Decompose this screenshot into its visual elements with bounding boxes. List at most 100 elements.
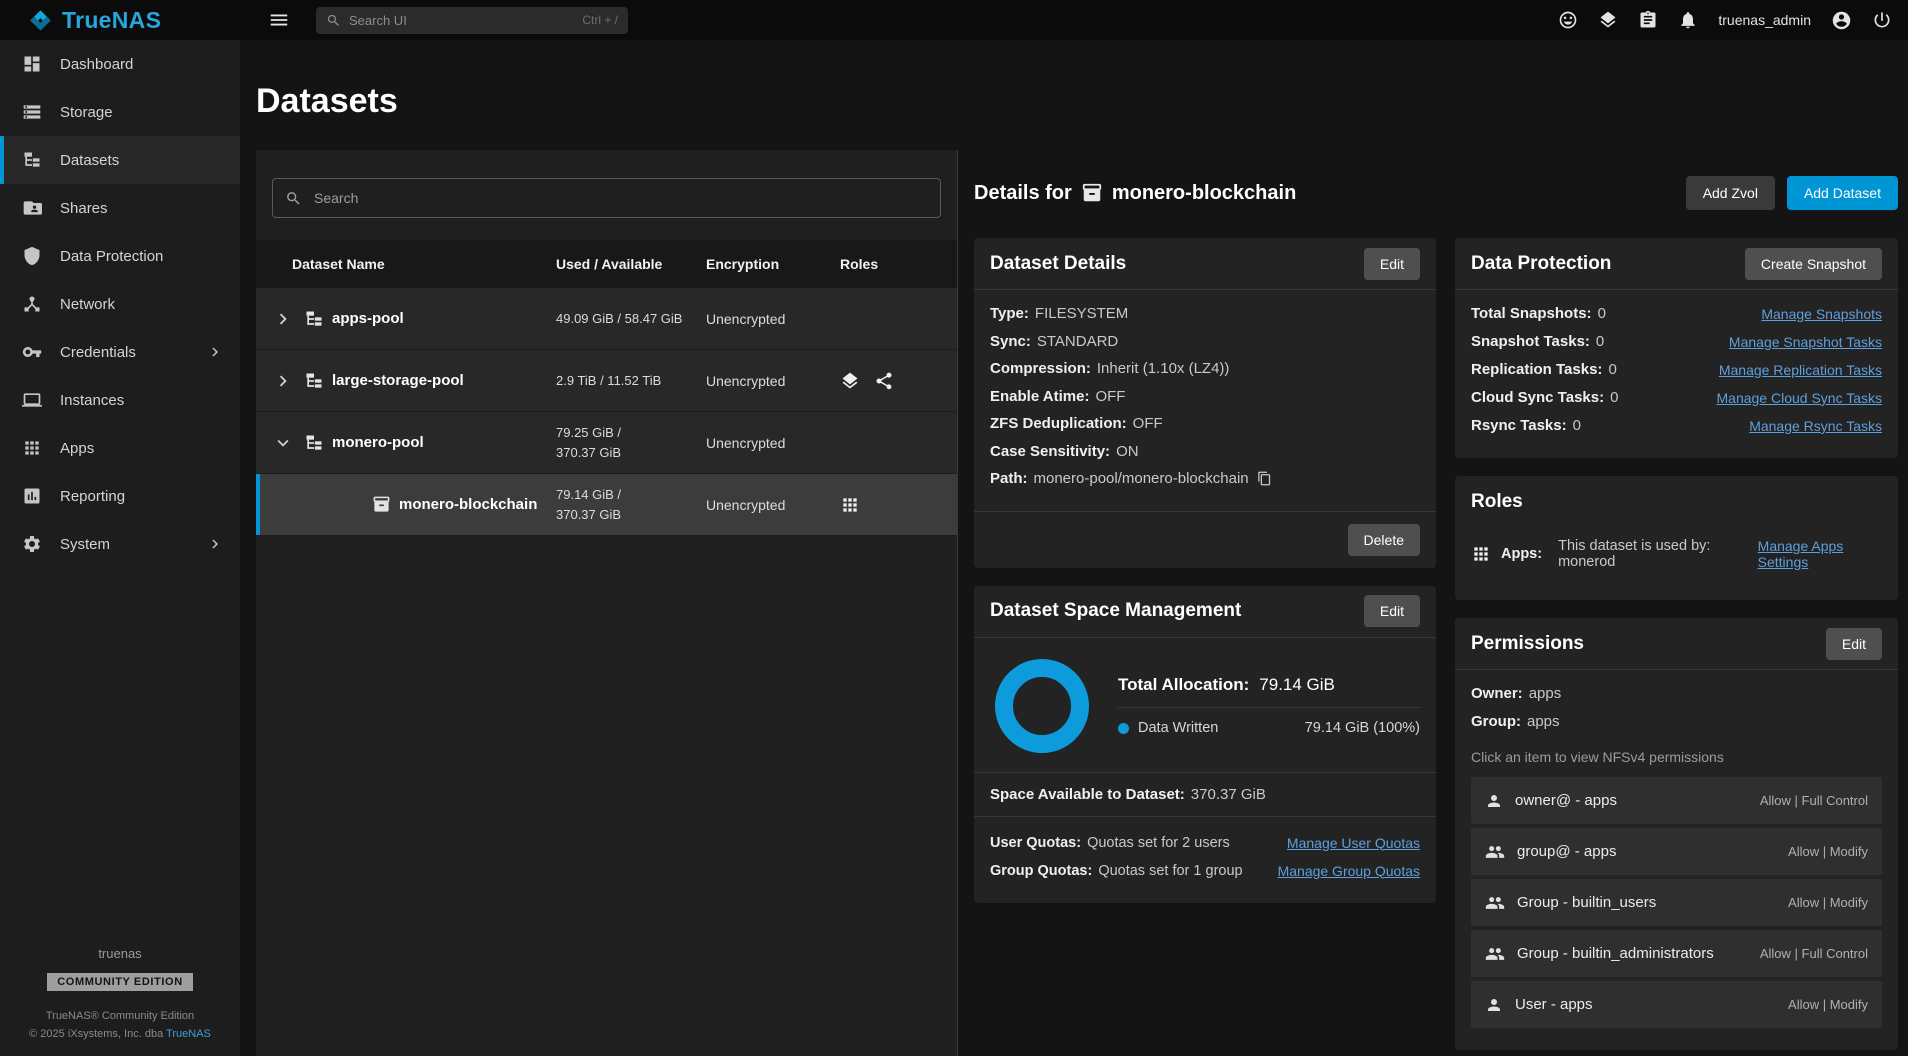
apps-role-grid-icon [840,495,860,515]
truenas-logo-text: TrueNAS [62,7,161,34]
edit-permissions-button[interactable]: Edit [1826,628,1882,660]
user-quotas-value: Quotas set for 2 users [1087,829,1230,857]
permission-item-group-at[interactable]: group@ - apps Allow | Modify [1471,828,1882,875]
apps-grid-icon [22,438,42,458]
manage-rsync-tasks-link[interactable]: Manage Rsync Tasks [1749,412,1882,440]
power-icon[interactable] [1872,10,1892,30]
dataset-row-large-storage-pool[interactable]: large-storage-pool 2.9 TiB / 11.52 TiB U… [256,350,957,412]
global-search-input[interactable] [349,13,574,28]
permission-item-user-apps[interactable]: User - apps Allow | Modify [1471,981,1882,1028]
expand-chevron-right-icon[interactable] [272,308,296,330]
feedback-smiley-icon[interactable] [1558,10,1578,30]
create-snapshot-button[interactable]: Create Snapshot [1745,248,1882,280]
encryption-state: Unencrypted [706,497,840,513]
sidebar-item-system[interactable]: System [0,520,240,568]
data-written-label: Data Written [1138,720,1218,736]
dataset-archive-icon [1081,182,1103,204]
sidebar-item-credentials[interactable]: Credentials [0,328,240,376]
roles-cell [840,371,957,391]
dataset-search[interactable] [272,178,941,218]
manage-snapshots-link[interactable]: Manage Snapshots [1761,300,1882,328]
apps-role-label: Apps: [1501,546,1542,562]
truecommand-layers-icon[interactable] [1598,10,1618,30]
sidebar-footer: truenas COMMUNITY EDITION TrueNAS® Commu… [0,946,240,1056]
topbar-actions: truenas_admin [1558,10,1908,31]
dataset-search-input[interactable] [314,190,928,206]
expand-chevron-right-icon[interactable] [272,370,296,392]
details-dataset-name: monero-blockchain [1112,182,1296,205]
manage-apps-settings-link[interactable]: Manage Apps Settings [1758,538,1882,570]
group-value: apps [1527,713,1560,730]
sidebar-item-network[interactable]: Network [0,280,240,328]
manage-user-quotas-link[interactable]: Manage User Quotas [1287,829,1420,857]
sidebar-item-label: System [60,536,110,553]
sidebar-item-reporting[interactable]: Reporting [0,472,240,520]
roles-cell [840,495,957,515]
edit-space-button[interactable]: Edit [1364,595,1420,627]
space-available-label: Space Available to Dataset: [990,786,1185,803]
sidebar-item-apps[interactable]: Apps [0,424,240,472]
edition-badge: COMMUNITY EDITION [47,973,193,991]
sidebar-item-label: Dashboard [60,56,133,73]
dataset-row-monero-pool[interactable]: monero-pool 79.25 GiB / 370.37 GiB Unenc… [256,412,957,474]
copy-path-icon[interactable] [1257,471,1272,486]
footer-truenas-link[interactable]: TrueNAS [166,1028,211,1040]
sidebar-item-datasets[interactable]: Datasets [0,136,240,184]
permission-item-builtin-users[interactable]: Group - builtin_users Allow | Modify [1471,879,1882,926]
column-used-available: Used / Available [556,256,706,272]
manage-snapshot-tasks-link[interactable]: Manage Snapshot Tasks [1729,328,1882,356]
logged-in-username[interactable]: truenas_admin [1718,12,1811,28]
add-dataset-button[interactable]: Add Dataset [1787,176,1898,210]
truenas-logo[interactable]: TrueNAS [0,7,240,34]
delete-dataset-button[interactable]: Delete [1348,524,1420,556]
chevron-right-icon [206,343,224,361]
alerts-bell-icon[interactable] [1678,10,1698,30]
manage-replication-tasks-link[interactable]: Manage Replication Tasks [1719,356,1882,384]
data-written-value: 79.14 GiB (100%) [1305,720,1420,736]
edit-dataset-details-button[interactable]: Edit [1364,248,1420,280]
sidebar-item-label: Shares [60,200,108,217]
user-icon [1485,792,1503,810]
dataset-row-monero-blockchain[interactable]: monero-blockchain 79.14 GiB / 370.37 GiB… [256,474,957,536]
dataset-details-area: Details for monero-blockchain Add Zvol A… [974,150,1898,1056]
menu-icon[interactable] [268,9,290,31]
roles-card: Roles Apps: This dataset is used by: mon… [1455,476,1898,600]
sidebar-item-data-protection[interactable]: Data Protection [0,232,240,280]
search-icon [285,190,302,207]
card-title: Data Protection [1471,253,1611,275]
sidebar-item-shares[interactable]: Shares [0,184,240,232]
field-value: OFF [1133,415,1163,432]
total-allocation-label: Total Allocation: [1118,675,1249,695]
dataset-archive-icon [372,495,391,514]
space-management-card: Dataset Space Management Edit Total Allo… [974,586,1436,903]
datasets-tree-icon [22,150,42,170]
manage-group-quotas-link[interactable]: Manage Group Quotas [1278,857,1420,885]
sidebar-item-label: Credentials [60,344,136,361]
permission-item-builtin-administrators[interactable]: Group - builtin_administrators Allow | F… [1471,930,1882,977]
column-dataset-name: Dataset Name [256,256,556,272]
manage-cloud-sync-tasks-link[interactable]: Manage Cloud Sync Tasks [1717,384,1883,412]
field-value: ON [1116,443,1139,460]
dataset-row-apps-pool[interactable]: apps-pool 49.09 GiB / 58.47 GiB Unencryp… [256,288,957,350]
shield-icon [22,246,42,266]
dataset-name: apps-pool [332,310,404,327]
sidebar-item-storage[interactable]: Storage [0,88,240,136]
column-encryption: Encryption [706,256,840,272]
column-roles: Roles [840,256,957,272]
dataset-tree-icon [304,309,324,329]
global-search[interactable]: Ctrl + / [316,7,628,34]
dataset-details-card: Dataset Details Edit Type:FILESYSTEM Syn… [974,238,1436,568]
permission-item-owner[interactable]: owner@ - apps Allow | Full Control [1471,777,1882,824]
encryption-state: Unencrypted [706,435,840,451]
field-value: FILESYSTEM [1035,305,1128,322]
add-zvol-button[interactable]: Add Zvol [1686,176,1775,210]
sidebar-item-dashboard[interactable]: Dashboard [0,40,240,88]
shares-folder-icon [22,198,42,218]
jobs-clipboard-icon[interactable] [1638,10,1658,30]
sidebar-item-instances[interactable]: Instances [0,376,240,424]
dataset-name: large-storage-pool [332,372,464,389]
collapse-chevron-down-icon[interactable] [272,432,296,454]
sidebar-item-label: Storage [60,104,113,121]
space-available-value: 370.37 GiB [1191,786,1266,803]
account-circle-icon[interactable] [1831,10,1852,31]
